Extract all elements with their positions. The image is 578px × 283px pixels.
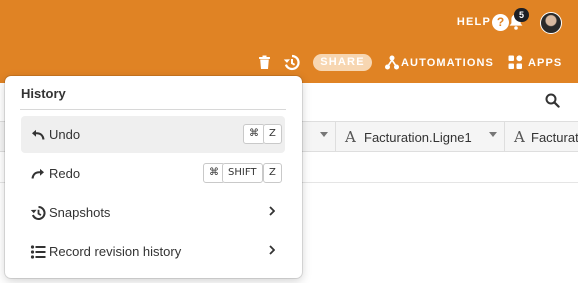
z-key: Z [263,124,282,144]
apps-button[interactable]: APPS [528,57,562,69]
notification-badge: 5 [514,8,529,22]
redo-label: Redo [49,166,81,181]
redo-menu-item[interactable]: Redo ⌘ SHIFT Z [21,155,285,192]
help-icon[interactable]: ? [492,14,509,31]
top-bar: HELP ? 5 SHARE AUTOMATIONS APPS [0,0,578,83]
text-field-type-icon: A [514,128,525,146]
text-field-type-icon: A [345,128,356,146]
history-menu: History Undo ⌘ Z Redo ⌘ SHIFT Z Snapshot… [5,76,302,278]
history-icon[interactable] [283,54,300,71]
chevron-right-icon [269,245,275,255]
snapshots-menu-item[interactable]: Snapshots [21,194,285,231]
automations-icon[interactable] [385,55,399,70]
column-divider [335,122,336,152]
history-menu-title: History [21,86,66,101]
automations-button[interactable]: AUTOMATIONS [401,57,494,69]
shift-key: SHIFT [222,163,263,183]
undo-menu-item[interactable]: Undo ⌘ Z [21,116,285,153]
share-button[interactable]: SHARE [313,54,372,71]
column-header[interactable]: Facturation.Ligne1 [364,130,472,145]
chevron-right-icon [269,206,275,216]
undo-icon [32,129,45,140]
redo-icon [31,168,44,179]
menu-divider [20,109,286,110]
cmd-key: ⌘ [243,124,265,144]
z-key: Z [263,163,282,183]
undo-label: Undo [49,127,81,142]
trash-icon[interactable] [258,55,271,70]
record-revision-history-label: Record revision history [49,244,182,259]
column-header[interactable]: Facturati [531,130,578,145]
column-menu-caret-icon[interactable] [320,132,328,137]
share-label: SHARE [320,56,365,68]
help-label[interactable]: HELP [457,16,491,28]
snapshots-icon [30,205,46,220]
search-icon[interactable] [545,93,560,108]
avatar[interactable] [540,12,562,34]
column-divider [504,122,505,152]
record-revision-history-menu-item[interactable]: Record revision history [21,233,285,270]
list-icon [30,245,46,259]
apps-icon[interactable] [508,55,523,70]
column-menu-caret-icon[interactable] [489,132,497,137]
snapshots-label: Snapshots [49,205,111,220]
app-page: HELP ? 5 SHARE AUTOMATIONS APPS A Factur… [0,0,578,283]
